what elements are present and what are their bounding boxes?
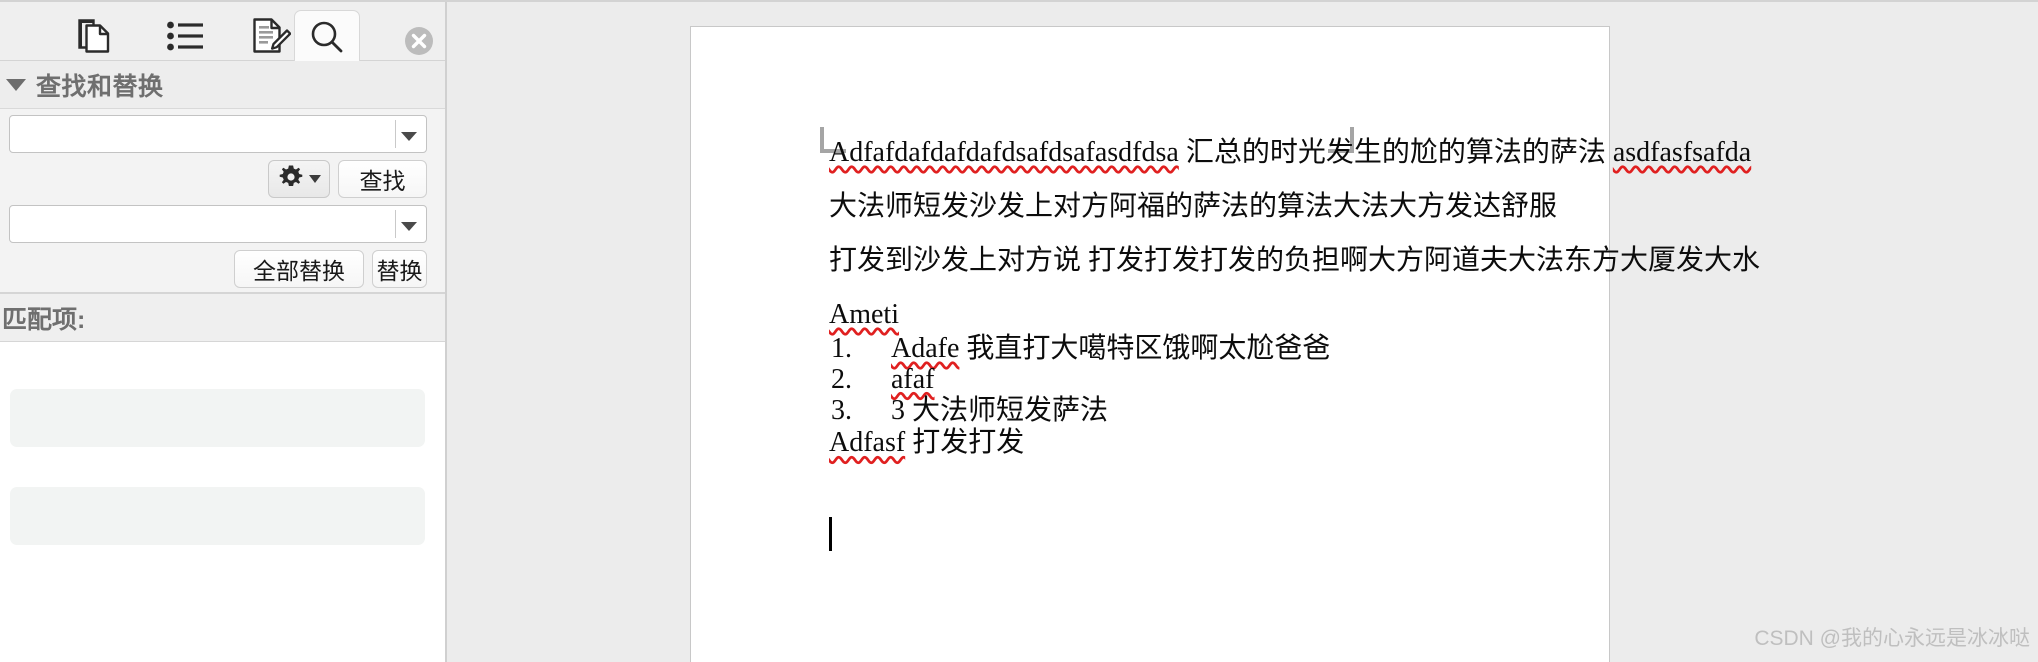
search-result-row[interactable] <box>10 389 425 447</box>
replace-all-button-label: 全部替换 <box>253 258 345 284</box>
misspelled-word: Adfafdafdafdafdsafdsafasdfdsa <box>829 137 1179 168</box>
replace-button-label: 替换 <box>376 258 423 284</box>
replace-input[interactable] <box>10 206 400 242</box>
document-paragraph: Ameti <box>829 301 1569 329</box>
text-cursor <box>829 517 832 551</box>
find-replace-form: 查找 全部替换 替换 <box>0 109 445 294</box>
document-text-body[interactable]: Adfafdafdafdafdsafdsafasdfdsa 汇总的时光发生的尬的… <box>829 137 1760 463</box>
misspelled-word: Adafe <box>891 333 960 364</box>
list-item: 1. Adafe 我直打大噶特区饿啊太尬爸爸 <box>829 333 1569 364</box>
list-item-marker: 2. <box>831 363 852 395</box>
text-run: 3 大法师短发萨法 <box>891 394 1109 426</box>
caret-down-icon <box>308 175 321 183</box>
text-run: 我直打大噶特区饿啊太尬爸爸 <box>959 333 1331 364</box>
misspelled-word: Ameti <box>829 299 899 330</box>
chevron-down-icon[interactable] <box>401 222 417 231</box>
list-item-marker: 1. <box>831 333 852 364</box>
text-run: 打发到沙发上对方说 打发打发打发的负担啊大方阿道夫大法东方大厦发大水 <box>829 245 1761 276</box>
find-button[interactable]: 查找 <box>338 160 427 198</box>
gear-icon <box>278 164 304 195</box>
find-combobox[interactable] <box>9 115 427 153</box>
document-paragraph: 打发到沙发上对方说 打发打发打发的负担啊大方阿道夫大法东方大厦发大水 <box>829 247 1760 275</box>
search-icon <box>309 19 345 55</box>
find-replace-section-header[interactable]: 查找和替换 <box>0 61 445 109</box>
list-item: 2. afaf <box>829 363 1569 395</box>
replace-combobox-separator <box>395 210 396 238</box>
document-closing-paragraph: Adfasf 打发打发 <box>829 429 1569 457</box>
replace-combobox[interactable] <box>9 205 427 243</box>
find-input[interactable] <box>10 116 400 152</box>
text-run: 汇总的时光发生的尬的算法的萨法 <box>1178 137 1613 168</box>
document-viewport[interactable]: Adfafdafdafdafdsafdsafasdfdsa 汇总的时光发生的尬的… <box>449 2 2038 662</box>
close-circle-icon <box>402 27 436 62</box>
document-paragraph: Adfafdafdafdafdsafdsafasdfdsa 汇总的时光发生的尬的… <box>829 137 1751 168</box>
list-item: 3. 3 大法师短发萨法 <box>829 394 1569 426</box>
pages-icon <box>78 17 112 55</box>
search-results-list[interactable] <box>0 342 445 662</box>
list-item-marker: 3. <box>831 394 852 426</box>
misspelled-word: Adfasf <box>829 427 906 459</box>
find-settings-button[interactable] <box>268 160 330 198</box>
document-paragraph: 大法师短发沙发上对方阿福的萨法的算法大法大方发达舒服 <box>829 193 1569 221</box>
replace-button[interactable]: 替换 <box>372 250 427 288</box>
find-button-label: 查找 <box>359 168 406 194</box>
matches-label: 匹配项: <box>2 305 86 334</box>
search-result-row[interactable] <box>10 487 425 545</box>
sidebar-panel: 查找和替换 查找 全部替换 替换 匹配项: <box>0 2 447 662</box>
replace-all-button[interactable]: 全部替换 <box>234 250 364 288</box>
misspelled-word: asdfasfsafda <box>1612 137 1752 168</box>
app-window: 查找和替换 查找 全部替换 替换 匹配项: Adfafdafdafdafdsaf… <box>0 0 2038 662</box>
sidebar-tabstrip <box>0 2 445 62</box>
close-panel-button[interactable] <box>402 24 436 58</box>
triangle-down-icon[interactable] <box>6 78 26 91</box>
text-run: 大法师短发沙发上对方阿福的萨法的算法大法大方发达舒服 <box>829 191 1558 222</box>
find-replace-title: 查找和替换 <box>36 72 164 101</box>
document-numbered-list: 1. Adafe 我直打大噶特区饿啊太尬爸爸 2. afaf 3. 3 大法师短发萨法 <box>829 333 1569 426</box>
sidebar-tab-pages[interactable] <box>62 10 128 62</box>
sidebar-tab-outline[interactable] <box>152 10 218 62</box>
document-edit-icon <box>251 17 291 55</box>
document-page[interactable]: Adfafdafdafdafdsafdsafasdfdsa 汇总的时光发生的尬的… <box>690 26 1760 662</box>
bullet-list-icon <box>167 21 203 51</box>
text-run: 打发打发 <box>905 427 1025 459</box>
watermark-text: CSDN @我的心永远是冰冰哒 <box>1754 627 2030 650</box>
matches-header: 匹配项: <box>0 294 445 342</box>
misspelled-word: afaf <box>891 363 935 395</box>
chevron-down-icon[interactable] <box>401 132 417 141</box>
find-combobox-separator <box>395 120 396 148</box>
sidebar-tab-search[interactable] <box>294 10 360 62</box>
